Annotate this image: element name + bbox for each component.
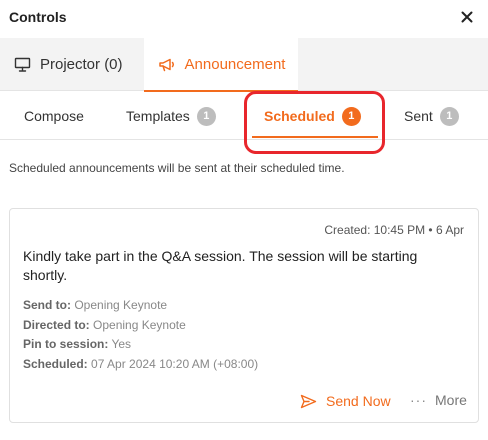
detail-key: Directed to:	[23, 317, 90, 332]
tab-templates[interactable]: Templates 1	[126, 92, 216, 140]
detail-value: Yes	[111, 337, 132, 351]
tab-projector[interactable]: Projector (0)	[12, 38, 123, 91]
created-timestamp: Created: 10:45 PM • 6 Apr	[324, 223, 464, 237]
panel-title: Controls	[9, 9, 67, 25]
announcement-message: Kindly take part in the Q&A session. The…	[23, 248, 418, 283]
detail-key: Pin to session:	[23, 337, 109, 351]
send-now-label: Send Now	[326, 393, 391, 409]
tab-scheduled-label: Scheduled	[264, 108, 335, 124]
templates-count-badge: 1	[196, 106, 216, 126]
more-dots-icon: ···	[410, 392, 427, 408]
announcement-card: Created: 10:45 PM • 6 Apr Kindly take pa…	[9, 208, 479, 423]
tab-scheduled[interactable]: Scheduled 1	[264, 92, 361, 140]
send-now-button[interactable]: Send Now	[300, 392, 391, 410]
more-label: More	[435, 392, 467, 408]
panel-header: Controls	[0, 0, 488, 38]
detail-row: Directed to: Opening Keynote	[23, 316, 258, 336]
main-tabs: Projector (0) Announcement	[0, 38, 488, 92]
detail-row: Send to: Opening Keynote	[23, 296, 258, 316]
sub-tabs: Compose Templates 1 Scheduled 1 Sent 1	[0, 92, 488, 140]
info-text: Scheduled announcements will be sent at …	[9, 161, 345, 175]
detail-key: Send to:	[23, 298, 71, 312]
tab-projector-label: Projector (0)	[40, 56, 123, 73]
tab-announcement[interactable]: Announcement	[144, 38, 298, 92]
sent-count-badge: 1	[439, 106, 459, 126]
monitor-icon	[12, 55, 32, 75]
detail-value: Opening Keynote	[74, 298, 168, 312]
megaphone-icon	[157, 55, 177, 75]
tab-templates-label: Templates	[126, 108, 190, 124]
scheduled-count-badge: 1	[341, 106, 361, 126]
detail-row: Scheduled: 07 Apr 2024 10:20 AM (+08:00)	[23, 355, 258, 375]
tab-sent-label: Sent	[404, 108, 433, 124]
close-icon	[461, 11, 473, 23]
detail-value: 07 Apr 2024 10:20 AM (+08:00)	[91, 356, 259, 371]
more-button[interactable]: ··· More	[410, 392, 467, 408]
send-icon	[300, 392, 318, 410]
tab-compose[interactable]: Compose	[24, 92, 84, 140]
tab-sent[interactable]: Sent 1	[404, 92, 459, 140]
detail-key: Scheduled:	[23, 356, 88, 371]
announcement-details: Send to: Opening Keynote Directed to: Op…	[23, 296, 258, 374]
detail-value: Opening Keynote	[93, 317, 186, 332]
tab-announcement-label: Announcement	[184, 56, 286, 73]
detail-row: Pin to session: Yes	[23, 335, 258, 355]
active-tab-indicator	[252, 136, 378, 138]
tab-compose-label: Compose	[24, 108, 84, 124]
close-button[interactable]	[456, 6, 478, 28]
